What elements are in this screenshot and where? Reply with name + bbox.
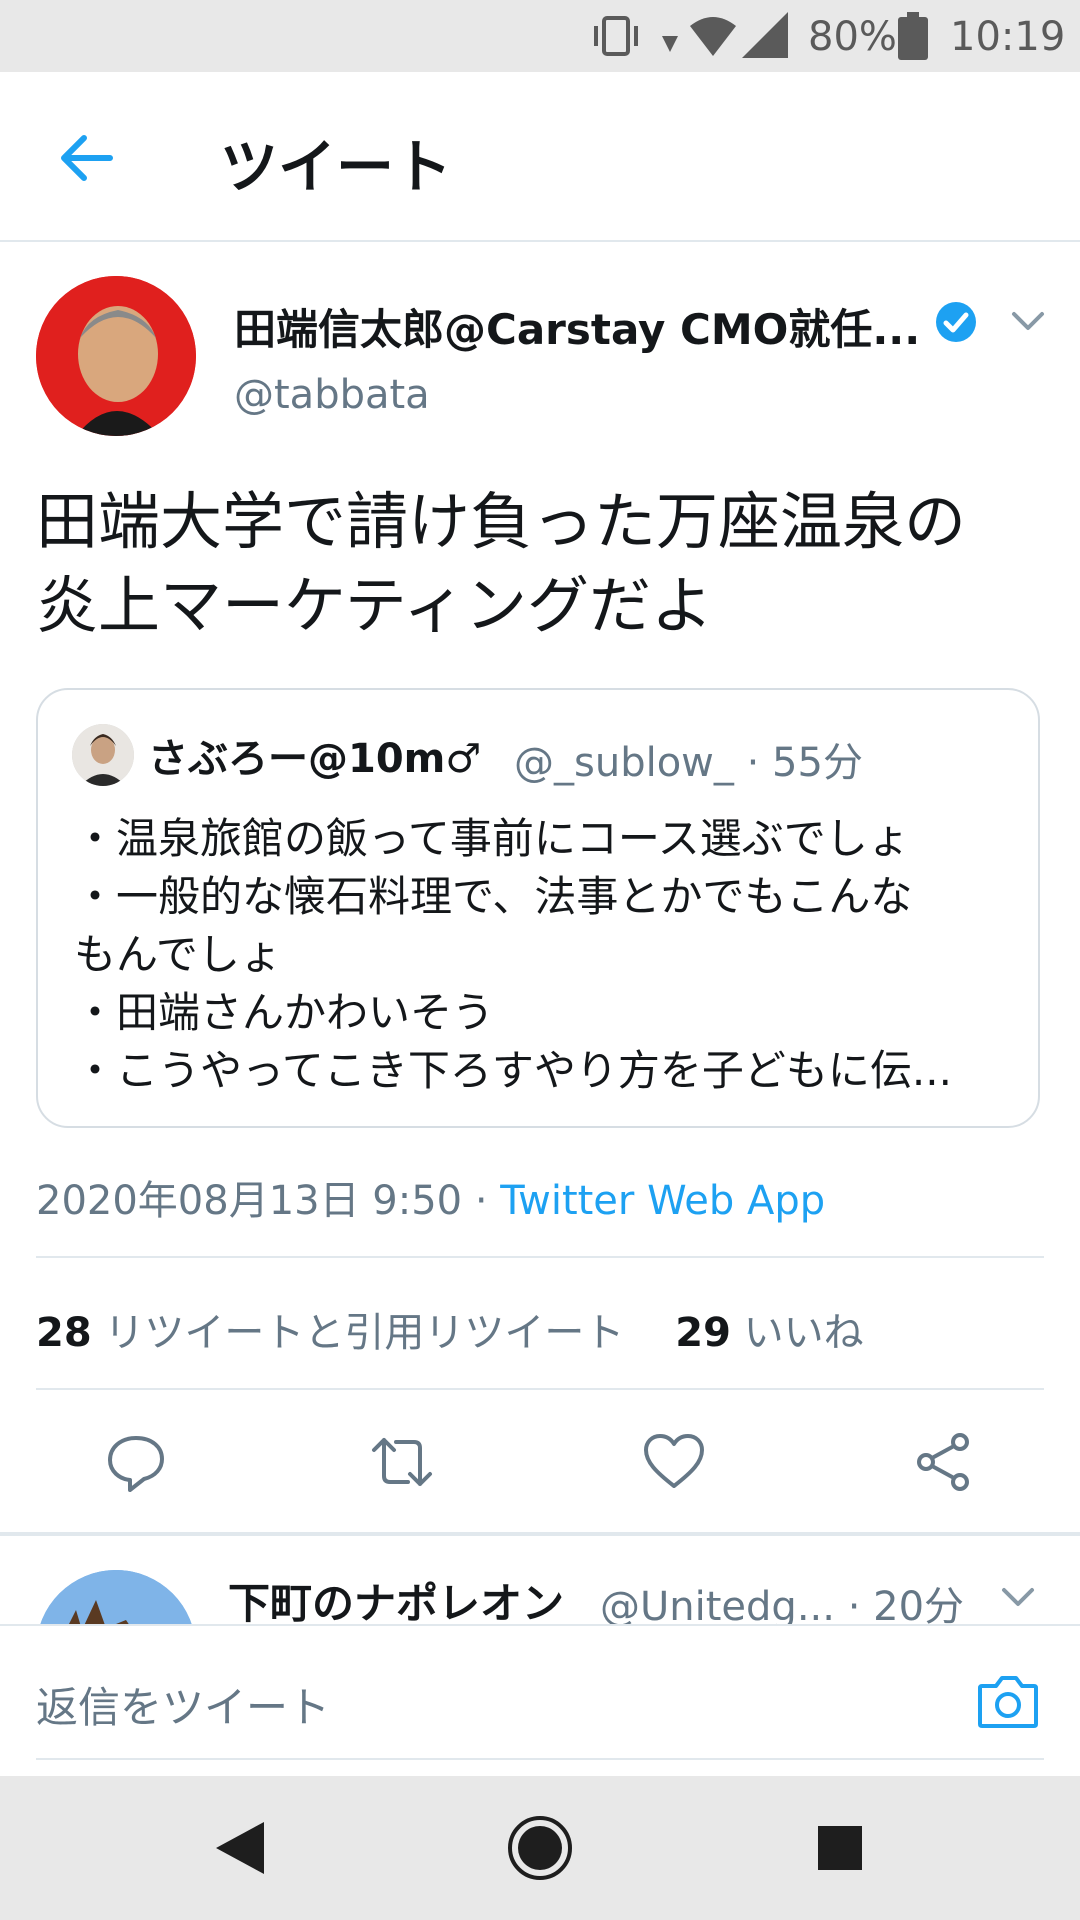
- clock: 10:19: [950, 14, 1066, 60]
- signal-icon: [742, 12, 788, 58]
- share-button[interactable]: [912, 1430, 976, 1494]
- page-title: ツイート: [220, 133, 453, 201]
- reply-icon: [108, 1436, 164, 1492]
- quoted-avatar: [72, 724, 134, 786]
- avatar[interactable]: [36, 276, 196, 436]
- like-label: いいね: [743, 1310, 864, 1356]
- back-arrow-icon[interactable]: [56, 128, 116, 188]
- reply-input[interactable]: 返信をツイート: [36, 1674, 330, 1735]
- author-handle[interactable]: @tabbata: [234, 372, 430, 418]
- tweet-source-link[interactable]: Twitter Web App: [500, 1178, 825, 1224]
- retweet-count: 28: [36, 1310, 92, 1356]
- reply-button[interactable]: [104, 1430, 168, 1494]
- quoted-handle: @_sublow_: [514, 740, 734, 786]
- reply-author-name[interactable]: 下町のナポレオン: [228, 1570, 564, 1631]
- chevron-down-icon[interactable]: [1010, 306, 1046, 336]
- battery-percent: 80%: [808, 14, 897, 60]
- divider: [36, 1388, 1044, 1390]
- section-divider: [0, 1532, 1080, 1536]
- composer-underline: [36, 1758, 1044, 1760]
- author-name[interactable]: 田端信太郎@Carstay CMO就任...: [234, 296, 920, 357]
- quoted-handle-time: @_sublow_ · 55分: [514, 730, 863, 788]
- camera-icon[interactable]: [976, 1670, 1040, 1730]
- quoted-tweet-text: ・温泉旅館の飯って事前にコース選ぶでしょ ・一般的な懐石料理で、法事とかでもこん…: [74, 814, 952, 1095]
- tweet-date: 2020年08月13日 9:50: [36, 1178, 463, 1224]
- app-bar: [0, 72, 1080, 242]
- nav-back-icon[interactable]: [212, 1818, 268, 1878]
- separator: ·: [746, 740, 760, 786]
- nav-recents-icon[interactable]: [816, 1824, 864, 1872]
- retweet-button[interactable]: [370, 1430, 434, 1494]
- tweet-meta: 2020年08月13日 9:50 · Twitter Web App: [36, 1168, 825, 1226]
- like-button[interactable]: [642, 1430, 706, 1494]
- chevron-down-icon[interactable]: [1000, 1582, 1036, 1612]
- likes-link[interactable]: 29 いいね: [675, 1310, 863, 1356]
- battery-icon: [898, 12, 928, 60]
- wifi-icon: [662, 17, 736, 56]
- verified-badge-icon: [936, 302, 976, 342]
- like-count: 29: [675, 1310, 731, 1356]
- retweet-icon: [372, 1438, 432, 1486]
- retweets-link[interactable]: 28 リツイートと引用リツイート: [36, 1310, 624, 1356]
- like-icon: [644, 1434, 704, 1488]
- retweet-label: リツイートと引用リツイート: [104, 1310, 625, 1356]
- share-icon: [917, 1433, 969, 1491]
- status-bar: 80% 10:19: [0, 0, 1080, 72]
- quoted-time: 55分: [772, 740, 863, 786]
- separator: ·: [474, 1178, 488, 1224]
- divider: [36, 1256, 1044, 1258]
- tweet-text: 田端大学で請け負った万座温泉の 炎上マーケティングだよ: [36, 485, 967, 642]
- quoted-author-name: さぶろー@10m♂: [148, 736, 482, 782]
- tweet-stats: 28 リツイートと引用リツイート 29 いいね: [36, 1300, 864, 1358]
- nav-home-icon[interactable]: [506, 1814, 574, 1882]
- vibrate-icon: [594, 16, 638, 56]
